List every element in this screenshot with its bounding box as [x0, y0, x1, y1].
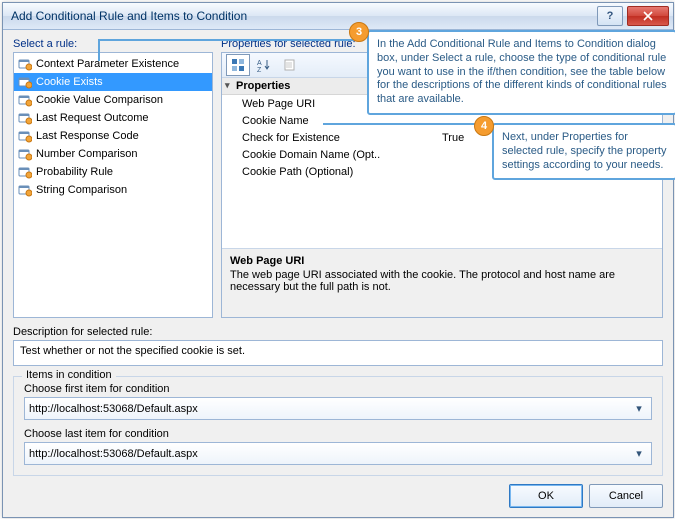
first-item-value: http://localhost:53068/Default.aspx	[29, 403, 631, 415]
sort-az-icon: AZ	[257, 58, 271, 72]
rule-list-column: Select a rule: Context Parameter Existen…	[13, 38, 213, 318]
property-help-text: The web page URI associated with the coo…	[230, 269, 654, 293]
rule-list-item-label: Last Response Code	[36, 130, 139, 142]
property-name: Check for Existence	[222, 132, 442, 144]
description-section: Description for selected rule: Test whet…	[13, 326, 663, 366]
rule-list-item-label: Cookie Exists	[36, 76, 103, 88]
rule-icon	[18, 129, 32, 143]
chevron-down-icon: ▾	[631, 447, 647, 460]
rule-list-item[interactable]: String Comparison	[14, 181, 212, 199]
property-help-panel: Web Page URI The web page URI associated…	[222, 248, 662, 317]
callout-4: Next, under Properties for selected rule…	[492, 123, 675, 180]
chevron-down-icon: ▾	[631, 402, 647, 415]
rule-icon	[18, 165, 32, 179]
first-item-label: Choose first item for condition	[24, 383, 652, 395]
rule-list-item-label: String Comparison	[36, 184, 127, 196]
rule-list-item[interactable]: Cookie Exists	[14, 73, 212, 91]
description-label: Description for selected rule:	[13, 326, 663, 338]
callout-3-line-v	[98, 39, 100, 61]
alphabetical-button[interactable]: AZ	[252, 54, 276, 76]
rule-list-item-label: Number Comparison	[36, 148, 137, 160]
rule-icon	[18, 111, 32, 125]
callout-4-line-h	[323, 123, 483, 125]
callout-3-number: 3	[349, 22, 369, 42]
categorized-icon	[231, 58, 245, 72]
rule-list-item-label: Last Request Outcome	[36, 112, 149, 124]
property-name: Cookie Domain Name (Opt..	[222, 149, 442, 161]
svg-text:Z: Z	[257, 67, 262, 72]
close-icon	[643, 11, 653, 21]
window-title: Add Conditional Rule and Items to Condit…	[11, 9, 597, 23]
rule-icon	[18, 93, 32, 107]
rule-list-item[interactable]: Probability Rule	[14, 163, 212, 181]
items-in-condition-group: Items in condition Choose first item for…	[13, 376, 663, 476]
rule-icon	[18, 183, 32, 197]
titlebar: Add Conditional Rule and Items to Condit…	[3, 3, 673, 30]
first-item-combo[interactable]: http://localhost:53068/Default.aspx ▾	[24, 397, 652, 420]
rule-list-item-label: Probability Rule	[36, 166, 113, 178]
callout-3: In the Add Conditional Rule and Items to…	[367, 30, 675, 115]
page-icon	[283, 58, 297, 72]
callout-3-text: In the Add Conditional Rule and Items to…	[377, 38, 667, 105]
rule-list-item[interactable]: Last Request Outcome	[14, 109, 212, 127]
rule-list-item[interactable]: Context Parameter Existence	[14, 55, 212, 73]
last-item-value: http://localhost:53068/Default.aspx	[29, 448, 631, 460]
last-item-combo[interactable]: http://localhost:53068/Default.aspx ▾	[24, 442, 652, 465]
rule-listbox[interactable]: Context Parameter Existence Cookie Exists…	[13, 52, 213, 318]
callout-4-number: 4	[474, 116, 494, 136]
items-legend: Items in condition	[22, 369, 116, 381]
rule-list-item-label: Cookie Value Comparison	[36, 94, 163, 106]
description-text: Test whether or not the specified cookie…	[13, 340, 663, 366]
rule-icon	[18, 57, 32, 71]
svg-text:A: A	[257, 60, 262, 67]
rule-icon	[18, 147, 32, 161]
help-button[interactable]: ?	[597, 6, 623, 26]
property-pages-button[interactable]	[278, 54, 302, 76]
cancel-button[interactable]: Cancel	[589, 484, 663, 508]
callout-3-line-h	[98, 39, 358, 41]
rule-icon	[18, 75, 32, 89]
rule-list-item[interactable]: Number Comparison	[14, 145, 212, 163]
property-name: Cookie Path (Optional)	[222, 166, 442, 178]
callout-4-text: Next, under Properties for selected rule…	[502, 131, 666, 171]
ok-button[interactable]: OK	[509, 484, 583, 508]
last-item-label: Choose last item for condition	[24, 428, 652, 440]
rule-list-item[interactable]: Cookie Value Comparison	[14, 91, 212, 109]
property-help-title: Web Page URI	[230, 255, 654, 267]
close-button[interactable]	[627, 6, 669, 26]
rule-list-item[interactable]: Last Response Code	[14, 127, 212, 145]
rule-list-item-label: Context Parameter Existence	[36, 58, 179, 70]
categorized-button[interactable]	[226, 54, 250, 76]
button-row: OK Cancel	[13, 484, 663, 516]
